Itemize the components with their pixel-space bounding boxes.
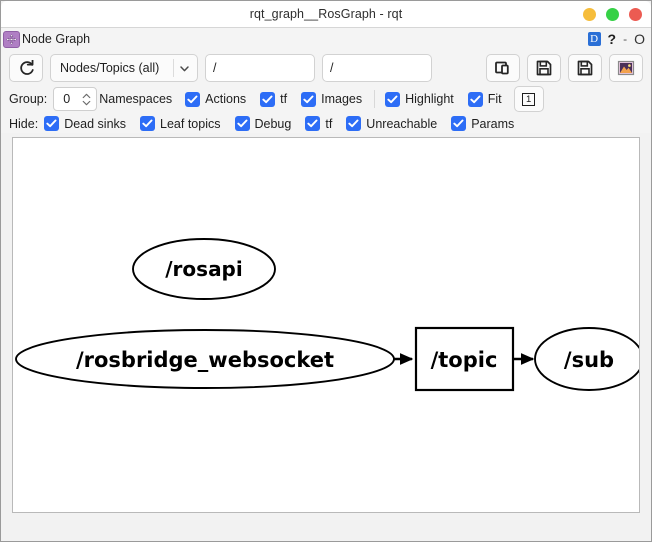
graph-options-row: Group: 0 Namespaces Actions tf Images Hi…: [1, 84, 651, 114]
hide-dead-sinks-label: Dead sinks: [64, 116, 127, 131]
graph-node-label: /sub: [564, 348, 614, 372]
hide-leaf-topics-label: Leaf topics: [160, 116, 221, 131]
graph-toolbar: Nodes/Topics (all) / /: [1, 50, 651, 84]
image-icon: [617, 60, 635, 76]
group-value: 0: [63, 92, 71, 106]
dock-title: Node Graph: [22, 32, 91, 46]
dock-header: Node Graph D ? - O: [1, 28, 651, 50]
checkmark-icon: [305, 116, 321, 131]
tf-checkbox[interactable]: tf: [260, 91, 288, 107]
graph-type-value: Nodes/Topics (all): [60, 61, 160, 75]
checkmark-icon: [301, 91, 317, 107]
hide-debug-checkbox[interactable]: Debug: [234, 116, 292, 131]
graph-node-rosbridge-websocket[interactable]: /rosbridge_websocket: [15, 329, 395, 389]
save-icon: [536, 60, 552, 76]
minimize-button[interactable]: [583, 7, 596, 21]
hide-params-label: Params: [471, 116, 515, 131]
checkmark-icon: [260, 91, 276, 107]
graph-node-rosapi[interactable]: /rosapi: [132, 238, 276, 300]
maximize-button[interactable]: [606, 7, 619, 21]
main-window: rqt_graph__RosGraph - rqt Node Graph D ?…: [0, 0, 652, 542]
chevron-down-icon: [82, 100, 91, 105]
checkmark-icon: [385, 91, 401, 107]
options-divider: [374, 90, 376, 108]
graph-type-combobox[interactable]: Nodes/Topics (all): [50, 54, 198, 82]
hide-options-row: Hide: Dead sinks Leaf topics Debug tf Un…: [1, 114, 651, 133]
actions-label: Actions: [205, 92, 247, 106]
checkmark-icon: [467, 91, 483, 107]
graph-node-label: /topic: [431, 348, 498, 372]
checkmark-icon: [140, 116, 156, 131]
refresh-icon: [19, 59, 34, 75]
graph-svg: /rosapi /rosbridge_websocket /topic /sub: [15, 238, 640, 392]
zoom-level-label: 1: [522, 92, 536, 106]
combo-divider: [173, 59, 174, 77]
copy-icon: [495, 61, 509, 75]
hide-leaf-topics-checkbox[interactable]: Leaf topics: [140, 116, 221, 131]
highlight-label: Highlight: [405, 92, 454, 106]
save-dot-button[interactable]: [527, 54, 561, 82]
dock-header-controls: D ? - O: [587, 28, 645, 50]
dock-close-icon[interactable]: O: [634, 31, 645, 47]
node-graph-canvas[interactable]: /rosapi /rosbridge_websocket /topic /sub: [12, 137, 640, 513]
namespaces-label[interactable]: Namespaces: [99, 92, 172, 106]
copy-to-clipboard-button[interactable]: [486, 54, 520, 82]
save-image-button[interactable]: [609, 54, 643, 82]
checkmark-icon: [44, 116, 60, 131]
node-filter-input[interactable]: /: [205, 54, 315, 82]
images-checkbox[interactable]: Images: [301, 91, 363, 107]
window-title: rqt_graph__RosGraph - rqt: [249, 7, 403, 21]
checkmark-icon: [185, 91, 201, 107]
images-label: Images: [321, 92, 363, 106]
graph-node-label: /rosbridge_websocket: [76, 348, 334, 372]
chevron-up-icon: [82, 93, 91, 98]
window-controls: [583, 1, 642, 27]
move-arrows-icon: [3, 30, 20, 48]
checkmark-icon: [346, 116, 362, 131]
checkmark-icon: [451, 116, 467, 131]
actions-checkbox[interactable]: Actions: [185, 91, 247, 107]
hide-tf-checkbox[interactable]: tf: [305, 116, 332, 131]
zoom-reset-button[interactable]: 1: [513, 86, 544, 112]
save-svg-button[interactable]: [568, 54, 602, 82]
fit-label: Fit: [487, 92, 502, 106]
hide-dead-sinks-checkbox[interactable]: Dead sinks: [44, 116, 126, 131]
hide-debug-label: Debug: [254, 116, 292, 131]
group-label: Group:: [9, 92, 48, 106]
save-icon: [577, 60, 593, 76]
spinbox-arrows[interactable]: [79, 93, 96, 106]
hide-params-checkbox[interactable]: Params: [451, 116, 514, 131]
chevron-down-icon: [180, 65, 189, 71]
checkmark-icon: [234, 116, 250, 131]
hide-unreachable-checkbox[interactable]: Unreachable: [346, 116, 437, 131]
help-icon[interactable]: ?: [608, 31, 617, 47]
topic-filter-input[interactable]: /: [322, 54, 432, 82]
tf-label: tf: [280, 92, 288, 106]
graph-node-label: /rosapi: [165, 257, 242, 281]
fit-checkbox[interactable]: Fit: [467, 91, 502, 107]
title-bar: rqt_graph__RosGraph - rqt: [1, 1, 651, 28]
hide-tf-label: tf: [325, 116, 333, 131]
dock-float-icon[interactable]: D: [587, 32, 601, 46]
highlight-checkbox[interactable]: Highlight: [385, 91, 454, 107]
group-spinbox[interactable]: 0: [53, 87, 98, 111]
refresh-button[interactable]: [9, 54, 43, 82]
graph-canvas-wrap: /rosapi /rosbridge_websocket /topic /sub: [1, 133, 651, 541]
close-button[interactable]: [629, 7, 642, 21]
hide-label: Hide:: [9, 116, 39, 131]
dock-minimize-icon[interactable]: -: [623, 32, 627, 46]
graph-node-sub[interactable]: /sub: [534, 327, 640, 391]
graph-node-topic[interactable]: /topic: [414, 326, 515, 392]
hide-unreachable-label: Unreachable: [366, 116, 438, 131]
